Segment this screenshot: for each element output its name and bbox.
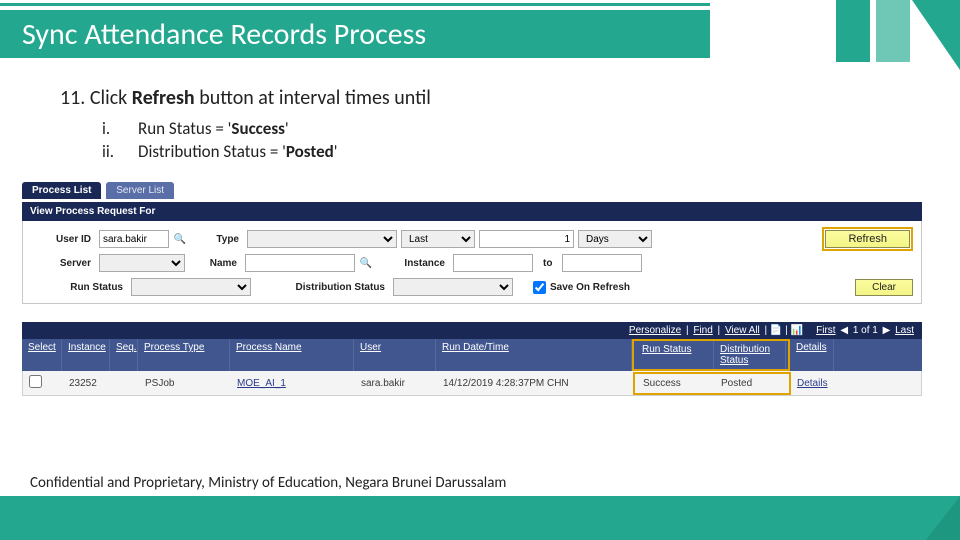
cell-instance: 23252 [63,374,111,393]
link-viewall[interactable]: View All [725,325,760,336]
title-accent-stripe [0,3,710,6]
link-find[interactable]: Find [693,325,712,336]
checkbox-save-on-refresh[interactable] [533,281,546,294]
section-header: View Process Request For [22,202,922,221]
filter-row-3: Run Status Distribution Status Save On R… [31,275,913,299]
tab-server-list[interactable]: Server List [106,182,174,199]
refresh-button[interactable]: Refresh [825,230,910,248]
col-details[interactable]: Details [790,339,834,371]
footer-stripe [0,496,960,540]
label-save-on-refresh: Save On Refresh [550,282,630,293]
title-ribbon: Sync Attendance Records Process [0,10,710,58]
substep-2: ii. Distribution Status = 'Posted' [102,141,900,162]
lookup-icon[interactable]: 🔍 [359,256,373,270]
label-type: Type [191,234,239,245]
label-instance: Instance [377,258,445,269]
col-select[interactable]: Select [22,339,62,371]
label-server: Server [31,258,91,269]
cell-seq [111,379,139,387]
screenshot-process-monitor: Process List Server List View Process Re… [22,182,922,396]
page-range: 1 of 1 [853,325,878,336]
link-last[interactable]: Last [895,325,914,336]
footer-text: Confidential and Proprietary, Ministry o… [30,474,506,492]
cell-run-status: Success [637,374,715,393]
footer-wedge [926,496,960,540]
substep-num: ii. [102,141,138,162]
label-to: to [537,258,558,269]
cell-dist-status: Posted [715,374,787,393]
select-type[interactable] [247,230,397,248]
step-number: 11. [60,86,85,110]
select-run-status[interactable] [131,278,251,296]
input-name[interactable] [245,254,355,272]
select-period-unit[interactable]: Days [578,230,652,248]
label-dist-status: Distribution Status [255,282,385,293]
input-period-qty[interactable] [479,230,574,248]
tab-process-list[interactable]: Process List [22,182,101,199]
highlight-refresh: Refresh [822,227,913,251]
filter-row-1: User ID 🔍 Type Last Days Refresh [31,227,913,251]
step-line: 11. Click Refresh button at interval tim… [60,86,900,110]
col-run-status[interactable]: Run Status [636,341,714,369]
col-process-name[interactable]: Process Name [230,339,354,371]
slide-body: 11. Click Refresh button at interval tim… [0,60,960,162]
table-row: 23252 PSJob MOE_AI_1 sara.bakir 14/12/20… [22,371,922,396]
col-user[interactable]: User [354,339,436,371]
label-user-id: User ID [31,234,91,245]
label-name: Name [189,258,237,269]
cell-process-name[interactable]: MOE_AI_1 [231,374,355,393]
clear-button[interactable]: Clear [855,279,913,296]
col-seq[interactable]: Seq. [110,339,138,371]
link-personalize[interactable]: Personalize [629,325,681,336]
slide-title-bar: Sync Attendance Records Process [0,0,960,60]
corner-decoration [730,0,960,70]
cell-run-datetime: 14/12/2019 4:28:37PM CHN [437,374,633,393]
highlight-status-cells: Success Posted [633,372,791,395]
select-server[interactable] [99,254,185,272]
tab-strip: Process List Server List [22,182,922,202]
substep-list: i. Run Status = 'Success' ii. Distributi… [102,118,900,162]
substep-1: i. Run Status = 'Success' [102,118,900,139]
link-first[interactable]: First [816,325,835,336]
filter-row-2: Server Name 🔍 Instance to [31,251,913,275]
cell-process-type: PSJob [139,374,231,393]
input-instance-from[interactable] [453,254,533,272]
lookup-icon[interactable]: 🔍 [173,232,187,246]
grid-toolbar: Personalize | Find | View All | 📄 | 📊 Fi… [22,322,922,339]
row-select-checkbox[interactable] [29,375,42,388]
col-instance[interactable]: Instance [62,339,110,371]
step-text-prefix: Click [90,86,132,110]
col-process-type[interactable]: Process Type [138,339,230,371]
col-dist-status[interactable]: Distribution Status [714,341,786,369]
select-period-mode[interactable]: Last [401,230,475,248]
col-run-datetime[interactable]: Run Date/Time [436,339,632,371]
filter-form: User ID 🔍 Type Last Days Refresh Server … [22,221,922,304]
input-user-id[interactable] [99,230,169,248]
cell-user: sara.bakir [355,374,437,393]
slide-title: Sync Attendance Records Process [22,16,426,53]
substep-num: i. [102,118,138,139]
cell-details-link[interactable]: Details [791,374,835,393]
highlight-status-headers: Run Status Distribution Status [632,339,790,371]
select-dist-status[interactable] [393,278,513,296]
grid-header-row: Select Instance Seq. Process Type Proces… [22,339,922,371]
step-text-suffix: button at interval times until [195,86,431,110]
input-instance-to[interactable] [562,254,642,272]
label-run-status: Run Status [31,282,123,293]
step-text-bold: Refresh [132,86,195,110]
